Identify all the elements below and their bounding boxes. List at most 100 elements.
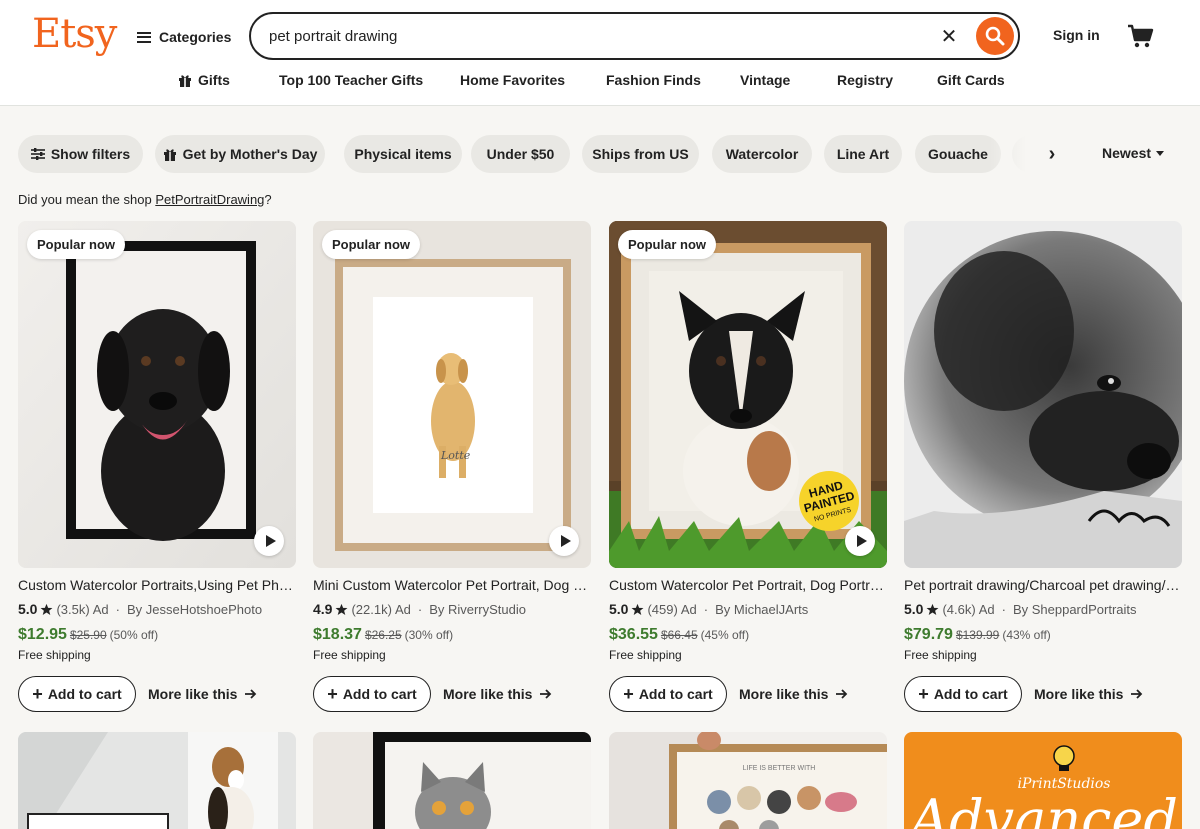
ad-label: Ad bbox=[394, 601, 411, 617]
gift-icon bbox=[179, 75, 191, 87]
add-to-cart-label: Add to cart bbox=[638, 686, 713, 702]
star-icon bbox=[927, 603, 939, 615]
add-to-cart-button[interactable]: + Add to cart bbox=[18, 676, 136, 712]
listing-title[interactable]: Mini Custom Watercolor Pet Portrait, Dog… bbox=[313, 577, 591, 596]
chevron-right-icon[interactable]: › bbox=[1042, 143, 1062, 165]
suggested-shop-link[interactable]: PetPortraitDrawing bbox=[155, 192, 264, 207]
listing-image[interactable]: LIFE IS BETTER WITH bbox=[609, 732, 887, 829]
star-icon bbox=[632, 603, 644, 615]
nav-gifts[interactable]: Gifts bbox=[178, 72, 230, 88]
arrow-right-icon bbox=[836, 689, 848, 699]
nav-registry[interactable]: Registry bbox=[837, 72, 893, 88]
listing-card[interactable]: Lotte Popular now Mini Custom Watercolor… bbox=[313, 221, 591, 712]
more-like-this-link[interactable]: More like this bbox=[148, 686, 257, 702]
shop-name[interactable]: By MichaelJArts bbox=[715, 602, 808, 617]
listing-image[interactable]: HAND PAINTED NO PRINTS Popular now bbox=[609, 221, 887, 568]
listing-image[interactable] bbox=[18, 732, 296, 829]
more-like-this-label: More like this bbox=[739, 686, 829, 702]
separator-dot: · bbox=[1001, 601, 1006, 617]
original-price: $25.90 bbox=[69, 628, 107, 642]
chip-gouache[interactable]: Gouache bbox=[915, 135, 1001, 173]
rating-score: 4.9 bbox=[313, 601, 333, 617]
star-icon bbox=[336, 603, 348, 615]
menu-icon bbox=[137, 31, 151, 43]
border-collie-portrait-image: HAND PAINTED NO PRINTS bbox=[609, 221, 887, 568]
add-to-cart-button[interactable]: + Add to cart bbox=[904, 676, 1022, 712]
listing-image[interactable] bbox=[904, 221, 1182, 568]
nav-vintage[interactable]: Vintage bbox=[740, 72, 790, 88]
listing-card[interactable]: Popular now Custom Watercolor Portraits,… bbox=[18, 221, 296, 712]
search-button[interactable] bbox=[976, 17, 1014, 55]
play-video-button[interactable] bbox=[254, 526, 284, 556]
search-input[interactable] bbox=[269, 25, 919, 47]
separator-dot: · bbox=[115, 601, 120, 617]
more-like-this-link[interactable]: More like this bbox=[739, 686, 848, 702]
charcoal-dog-drawing-image bbox=[904, 221, 1182, 568]
add-to-cart-button[interactable]: + Add to cart bbox=[609, 676, 727, 712]
listing-title[interactable]: Custom Watercolor Pet Portrait, Dog Port… bbox=[609, 577, 887, 596]
listing-card[interactable]: HAND PAINTED NO PRINTS Popular now Custo… bbox=[609, 221, 887, 712]
shop-name[interactable]: By RiverryStudio bbox=[429, 602, 526, 617]
play-icon bbox=[856, 535, 867, 547]
play-video-button[interactable] bbox=[549, 526, 579, 556]
listing-image[interactable]: Lotte Popular now bbox=[313, 221, 591, 568]
arrow-right-icon bbox=[1131, 689, 1143, 699]
review-count: (3.5k) bbox=[56, 601, 90, 617]
add-to-cart-label: Add to cart bbox=[933, 686, 1008, 702]
cart-icon[interactable] bbox=[1126, 22, 1154, 50]
nav-home-favorites[interactable]: Home Favorites bbox=[460, 72, 565, 88]
original-price: $139.99 bbox=[955, 628, 1000, 642]
clear-search-icon[interactable]: ✕ bbox=[939, 27, 959, 47]
cat-portrait-image bbox=[313, 732, 591, 829]
shop-name[interactable]: By JesseHotshoePhoto bbox=[127, 602, 262, 617]
play-video-button[interactable] bbox=[845, 526, 875, 556]
more-like-this-link[interactable]: More like this bbox=[443, 686, 552, 702]
chip-watercolor[interactable]: Watercolor bbox=[712, 135, 812, 173]
listing-title[interactable]: Custom Watercolor Portraits,Using Pet Ph… bbox=[18, 577, 296, 596]
original-price: $66.45 bbox=[660, 628, 698, 642]
plus-icon: + bbox=[327, 684, 338, 704]
show-filters-button[interactable]: Show filters bbox=[18, 135, 143, 173]
chip-mothers-day[interactable]: Get by Mother's Day bbox=[155, 135, 325, 173]
shop-name[interactable]: By SheppardPortraits bbox=[1013, 602, 1137, 617]
nav-gift-cards[interactable]: Gift Cards bbox=[937, 72, 1005, 88]
listing-image[interactable]: iPrintStudios Advanced bbox=[904, 732, 1182, 829]
search-bar: ✕ bbox=[249, 12, 1020, 60]
listing-title[interactable]: Pet portrait drawing/Charcoal pet drawin… bbox=[904, 577, 1182, 596]
chip-physical-items[interactable]: Physical items bbox=[344, 135, 462, 173]
categories-button[interactable]: Categories bbox=[137, 26, 231, 48]
listing-card[interactable]: Pet portrait drawing/Charcoal pet drawin… bbox=[904, 221, 1182, 712]
nav-fashion-finds[interactable]: Fashion Finds bbox=[606, 72, 701, 88]
chip-ships-from-us[interactable]: Ships from US bbox=[582, 135, 699, 173]
more-like-this-link[interactable]: More like this bbox=[1034, 686, 1143, 702]
star-icon bbox=[41, 603, 53, 615]
ad-headline-text: Advanced bbox=[905, 788, 1178, 829]
sign-in-link[interactable]: Sign in bbox=[1053, 27, 1100, 43]
top-nav: Gifts Top 100 Teacher Gifts Home Favorit… bbox=[0, 72, 1200, 94]
more-like-this-label: More like this bbox=[443, 686, 533, 702]
chip-line-art[interactable]: Line Art bbox=[824, 135, 902, 173]
beagle-portrait-image bbox=[18, 732, 296, 829]
discount: (45% off) bbox=[700, 628, 750, 642]
listing-image[interactable] bbox=[313, 732, 591, 829]
rating-row: 5.0 (459) Ad · By MichaelJArts bbox=[609, 600, 887, 618]
sort-dropdown[interactable]: Newest bbox=[1102, 145, 1165, 161]
rating-row: 4.9 (22.1k) Ad · By RiverryStudio bbox=[313, 600, 591, 618]
price-row: $12.95 $25.90 (50% off) bbox=[18, 626, 296, 644]
suggestion-prefix: Did you mean the shop bbox=[18, 192, 156, 207]
play-icon bbox=[265, 535, 276, 547]
sale-price: $36.55 bbox=[609, 626, 658, 643]
review-count: (459) bbox=[647, 601, 678, 617]
sale-price: $18.37 bbox=[313, 626, 362, 643]
discount: (43% off) bbox=[1002, 628, 1051, 642]
add-to-cart-button[interactable]: + Add to cart bbox=[313, 676, 431, 712]
popular-now-badge: Popular now bbox=[322, 230, 420, 259]
chip-under-50[interactable]: Under $50 bbox=[471, 135, 570, 173]
nav-teacher-gifts[interactable]: Top 100 Teacher Gifts bbox=[279, 72, 423, 88]
filter-chip-bar: Show filters Get by Mother's Day Physica… bbox=[18, 135, 1068, 173]
filter-icon bbox=[30, 148, 45, 160]
etsy-logo[interactable]: Etsy bbox=[32, 11, 117, 57]
site-header: Etsy Categories ✕ Sign in Gi bbox=[0, 0, 1200, 106]
listing-image[interactable]: Popular now bbox=[18, 221, 296, 568]
sale-price: $79.79 bbox=[904, 626, 953, 643]
